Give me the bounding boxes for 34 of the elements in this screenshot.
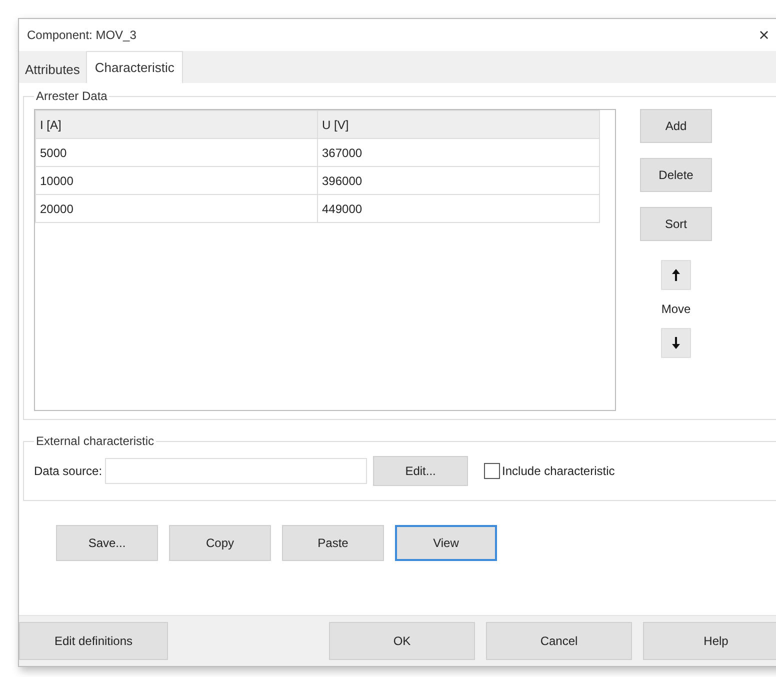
move-up-button[interactable] — [661, 260, 691, 290]
dialog-button[interactable]: Cancel — [486, 622, 632, 660]
move-down-button[interactable] — [661, 328, 691, 358]
arrow-down-icon — [671, 337, 681, 349]
table-cell: 10000 — [36, 166, 318, 194]
column-header: U [V] — [318, 110, 600, 138]
data-source-field[interactable] — [105, 458, 368, 484]
action-button[interactable]: Paste — [282, 525, 384, 561]
table-button[interactable]: Delete — [640, 158, 712, 192]
table-cell: 396000 — [318, 166, 600, 194]
table-cell: 5000 — [36, 138, 318, 166]
table-cell: 20000 — [36, 194, 318, 222]
group-title: External characteristic — [35, 434, 156, 448]
checkbox[interactable] — [484, 463, 500, 479]
table-button[interactable]: Sort — [640, 207, 712, 241]
checkbox-label: Include characteristic — [502, 464, 615, 478]
column-header: I [A] — [36, 110, 318, 138]
table-button[interactable]: Add — [640, 109, 712, 143]
table-cell: 449000 — [318, 194, 600, 222]
dialog-button[interactable]: Help — [643, 622, 776, 660]
arrow-up-icon — [671, 269, 681, 281]
action-button[interactable]: Save... — [56, 525, 158, 561]
action-button[interactable]: Copy — [169, 525, 271, 561]
table-cell: 367000 — [318, 138, 600, 166]
dialog-button[interactable]: OK — [329, 622, 475, 660]
close-button[interactable]: × — [749, 24, 776, 46]
group-title: Arrester Data — [35, 89, 108, 103]
action-button[interactable]: View — [395, 525, 497, 561]
data-source-label: Data source: — [34, 464, 102, 478]
edit-definitions-button[interactable]: Edit definitions — [19, 622, 168, 660]
move-label: Move — [661, 302, 691, 316]
window-title: Component: MOV_3 — [27, 28, 136, 42]
tab[interactable]: Characteristic — [86, 51, 184, 83]
edit-button[interactable]: Edit... — [373, 456, 468, 486]
